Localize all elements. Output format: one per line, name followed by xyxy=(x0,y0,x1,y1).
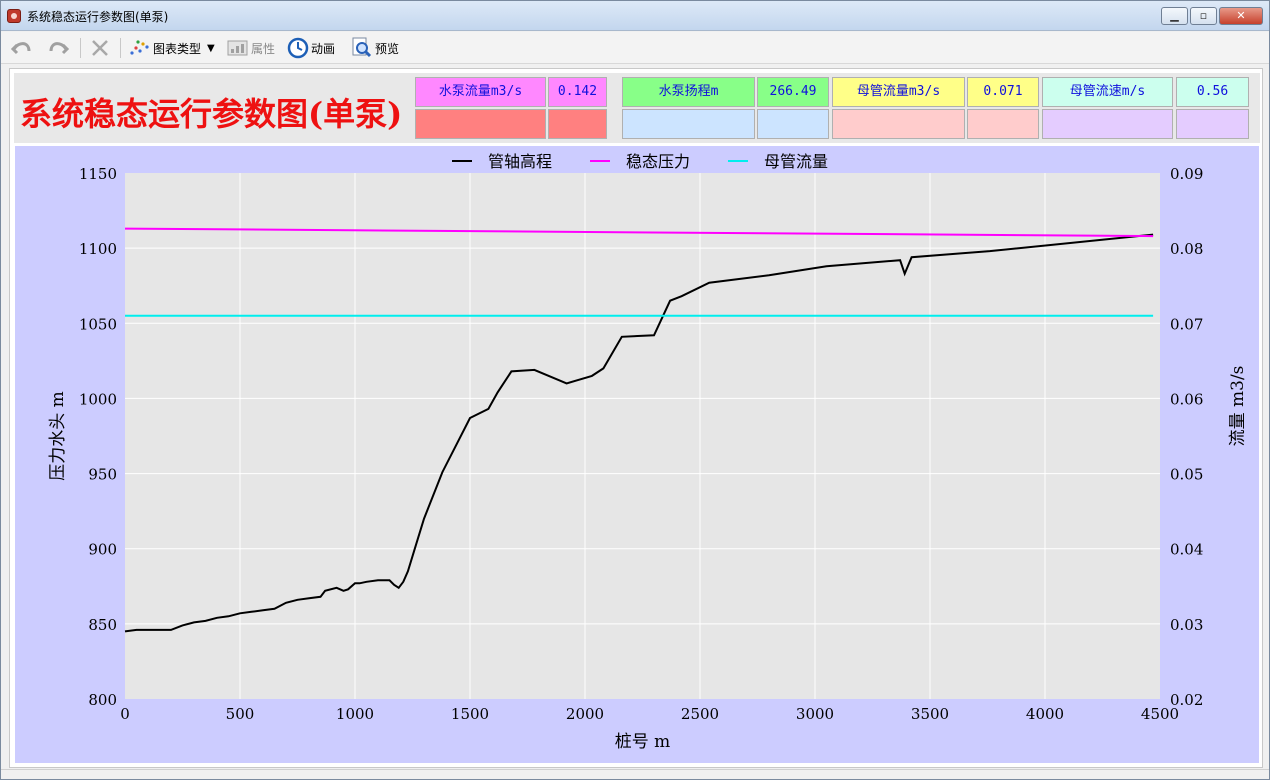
param-swatch xyxy=(548,109,607,139)
param-label: 水泵扬程m xyxy=(622,77,755,107)
window-controls: ▁ ▫ ✕ xyxy=(1161,7,1263,25)
report-content: 系统稳态运行参数图(单泵) 水泵流量m3/s 0.142 水泵扬程m 266.49 母管… xyxy=(9,68,1263,768)
x-tick-label: 500 xyxy=(226,705,255,723)
legend-label: 管轴高程 xyxy=(488,152,552,171)
toolbar-separator xyxy=(120,38,121,58)
animation-label: 动画 xyxy=(311,41,336,56)
toolbar-separator xyxy=(80,38,81,58)
y-tick-label: 900 xyxy=(88,541,117,559)
clock-icon xyxy=(287,37,309,59)
y2-tick-label: 0.04 xyxy=(1170,541,1203,559)
x-tick-label: 3000 xyxy=(796,705,834,723)
y-tick-label: 850 xyxy=(88,616,117,634)
minimize-button[interactable]: ▁ xyxy=(1161,7,1188,25)
y-tick-label: 1050 xyxy=(79,315,117,333)
x-tick-label: 2000 xyxy=(566,705,604,723)
page-title: 系统稳态运行参数图(单泵) xyxy=(20,95,403,133)
x-tick-label: 2500 xyxy=(681,705,719,723)
chart-type-button[interactable]: 图表类型 ▼ xyxy=(129,36,215,60)
y2-tick-label: 0.08 xyxy=(1170,240,1203,258)
chart-panel: 管轴高程 稳态压力 母管流量 0 500 1000 1500 2000 2500 3000 350… xyxy=(15,146,1259,763)
y-tick-label: 800 xyxy=(88,691,117,709)
redo-icon xyxy=(49,42,69,55)
undo-icon xyxy=(11,42,31,55)
plot-area xyxy=(125,173,1160,699)
properties-button[interactable]: 属性 xyxy=(227,36,275,60)
param-value: 0.142 xyxy=(548,77,607,107)
param-swatch xyxy=(1176,109,1249,139)
x-tick-label: 1500 xyxy=(451,705,489,723)
chart-type-label: 图表类型 xyxy=(153,41,202,56)
param-swatch xyxy=(415,109,546,139)
x-tick-label: 0 xyxy=(120,705,130,723)
delete-button[interactable] xyxy=(89,36,111,60)
header-panel: 系统稳态运行参数图(单泵) 水泵流量m3/s 0.142 水泵扬程m 266.49 母管… xyxy=(14,73,1260,143)
chart-svg: 管轴高程 稳态压力 母管流量 0 500 1000 1500 2000 2500 3000 350… xyxy=(48,152,1248,752)
delete-icon xyxy=(92,40,108,56)
redo-button[interactable] xyxy=(47,36,69,60)
y2-tick-label: 0.07 xyxy=(1170,315,1203,333)
param-label: 母管流量m3/s xyxy=(832,77,965,107)
title-bar[interactable]: 系统稳态运行参数图(单泵) ▁ ▫ ✕ xyxy=(1,1,1269,31)
app-window: 系统稳态运行参数图(单泵) ▁ ▫ ✕ 图表类型 ▼ 属性 动画 预览 系统稳态… xyxy=(0,0,1270,780)
param-label: 母管流速m/s xyxy=(1042,77,1173,107)
animation-button[interactable]: 动画 xyxy=(287,36,335,60)
x-axis-label: 桩号 m xyxy=(615,732,671,752)
y-tick-label: 1000 xyxy=(79,390,117,408)
legend-label: 稳态压力 xyxy=(626,152,690,171)
y-tick-label: 1100 xyxy=(79,240,117,258)
y-axis-label: 压力水头 m xyxy=(48,391,68,481)
properties-label: 属性 xyxy=(251,41,276,56)
toolbar: 图表类型 ▼ 属性 动画 预览 xyxy=(1,32,1269,64)
param-swatch xyxy=(832,109,965,139)
properties-icon xyxy=(227,40,248,56)
param-value: 0.56 xyxy=(1176,77,1249,107)
x-tick-label: 3500 xyxy=(911,705,949,723)
chart-legend: 管轴高程 稳态压力 母管流量 xyxy=(452,152,828,171)
y2-tick-label: 0.09 xyxy=(1170,165,1203,183)
maximize-button[interactable]: ▫ xyxy=(1190,7,1217,25)
close-button[interactable]: ✕ xyxy=(1219,7,1263,25)
y2-tick-label: 0.03 xyxy=(1170,616,1203,634)
scatter-chart-icon xyxy=(130,40,149,55)
status-bar xyxy=(1,769,1269,779)
param-swatch xyxy=(967,109,1039,139)
y2-tick-label: 0.05 xyxy=(1170,466,1203,484)
y2-tick-label: 0.06 xyxy=(1170,390,1203,408)
param-value: 0.071 xyxy=(967,77,1039,107)
preview-label: 预览 xyxy=(375,41,400,56)
magnifier-icon xyxy=(352,37,372,58)
chevron-down-icon: ▼ xyxy=(207,42,215,54)
param-swatch xyxy=(757,109,829,139)
param-swatch xyxy=(1042,109,1173,139)
x-tick-label: 1000 xyxy=(336,705,374,723)
param-label: 水泵流量m3/s xyxy=(415,77,546,107)
undo-button[interactable] xyxy=(11,36,33,60)
x-tick-label: 4000 xyxy=(1026,705,1064,723)
preview-button[interactable]: 预览 xyxy=(351,36,399,60)
y-tick-label: 950 xyxy=(88,466,117,484)
y2-axis-label: 流量 m3/s xyxy=(1228,366,1248,447)
y2-tick-label: 0.02 xyxy=(1170,691,1203,709)
legend-label: 母管流量 xyxy=(764,152,828,171)
param-swatch xyxy=(622,109,755,139)
window-title: 系统稳态运行参数图(单泵) xyxy=(27,10,169,24)
app-icon xyxy=(7,9,21,23)
param-value: 266.49 xyxy=(757,77,829,107)
y-tick-label: 1150 xyxy=(79,165,117,183)
